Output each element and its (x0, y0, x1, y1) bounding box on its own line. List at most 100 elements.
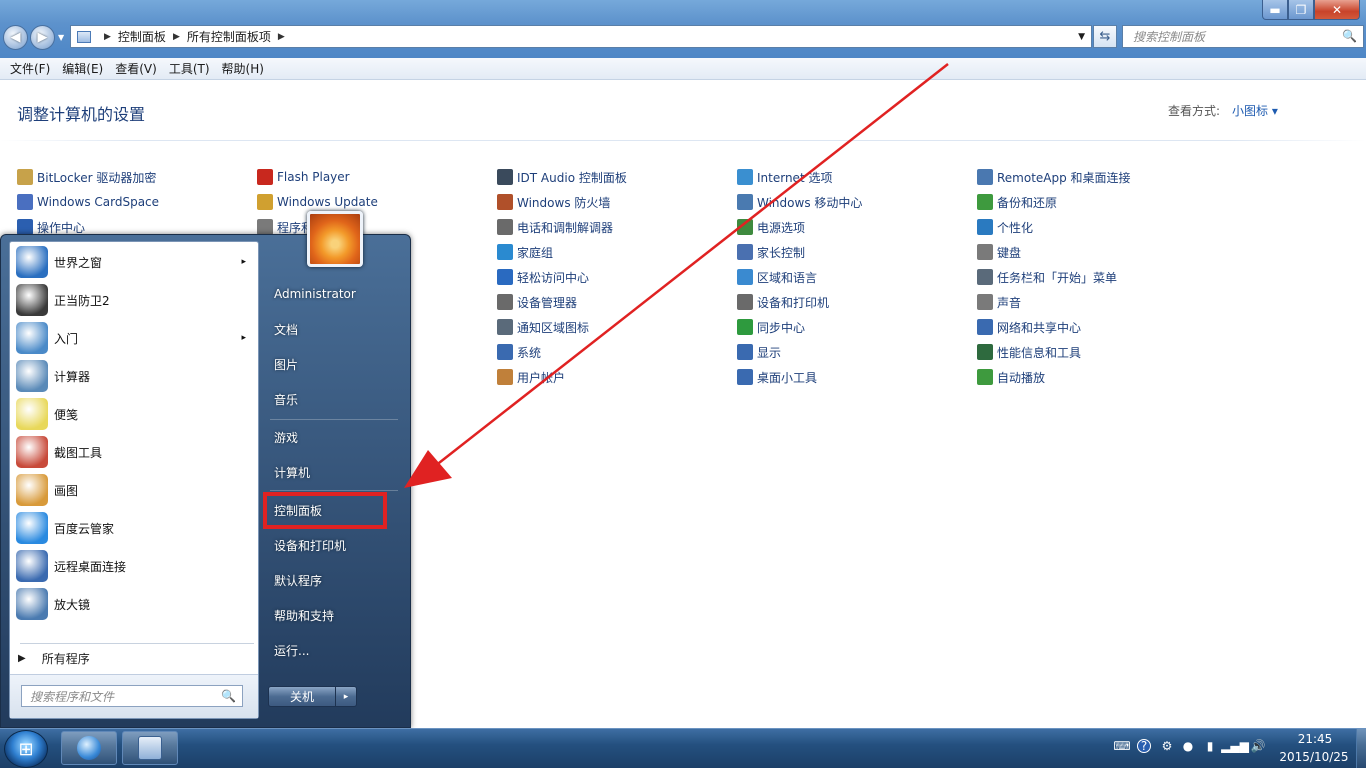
control-panel-item[interactable]: 同步中心 (737, 317, 805, 337)
control-panel-item[interactable]: 性能信息和工具 (977, 342, 1081, 362)
show-desktop-button[interactable] (1356, 729, 1366, 768)
start-menu-program[interactable]: 放大镜 (12, 586, 258, 622)
all-programs-button[interactable]: ▶ 所有程序 (18, 648, 90, 668)
start-menu-program[interactable]: 计算器 (12, 358, 258, 394)
refresh-button[interactable]: ⇆ (1093, 25, 1117, 48)
start-menu-program[interactable]: 截图工具 (12, 434, 258, 470)
view-by-dropdown[interactable]: 小图标 ▾ (1232, 102, 1278, 119)
control-panel-item[interactable]: 家长控制 (737, 242, 805, 262)
start-menu-program[interactable]: 百度云管家 (12, 510, 258, 546)
maximize-button[interactable]: ❐ (1288, 0, 1314, 20)
autoplay-icon (977, 369, 993, 385)
control-panel-item[interactable]: 自动播放 (977, 367, 1045, 387)
mobility-icon (737, 194, 753, 210)
taskbar-browser-button[interactable] (61, 731, 117, 765)
control-panel-item[interactable]: 个性化 (977, 217, 1033, 237)
control-panel-item[interactable]: 家庭组 (497, 242, 553, 262)
start-button[interactable]: ⊞ (4, 730, 48, 768)
control-panel-item[interactable]: Flash Player (257, 167, 350, 187)
control-panel-item[interactable]: Windows CardSpace (17, 192, 159, 212)
volume-icon[interactable]: 🔊 (1251, 739, 1266, 753)
start-search-input[interactable]: 搜索程序和文件 🔍 (21, 685, 243, 707)
music-link[interactable]: 音乐 (266, 385, 406, 413)
control-panel-item[interactable]: 轻松访问中心 (497, 267, 589, 287)
clock-time[interactable]: 21:45 (1290, 732, 1340, 746)
menu-help[interactable]: 帮助(H) (216, 60, 270, 77)
device-tray-icon[interactable]: ▮ (1203, 739, 1217, 753)
menu-file[interactable]: 文件(F) (4, 60, 56, 77)
breadcrumb-all-items[interactable]: 所有控制面板项 (187, 28, 271, 45)
power-icon (737, 219, 753, 235)
update-icon (257, 194, 273, 210)
user-name-link[interactable]: Administrator (266, 280, 406, 308)
breadcrumb-control-panel[interactable]: 控制面板 (118, 28, 166, 45)
control-panel-item[interactable]: 用户帐户 (497, 367, 565, 387)
control-panel-item[interactable]: 系统 (497, 342, 541, 362)
pictures-link[interactable]: 图片 (266, 350, 406, 378)
documents-link[interactable]: 文档 (266, 315, 406, 343)
tray-settings-icon[interactable]: ⚙ (1160, 739, 1174, 753)
control-panel-item[interactable]: 任务栏和「开始」菜单 (977, 267, 1117, 287)
close-button[interactable]: ✕ (1314, 0, 1360, 20)
control-panel-item[interactable]: 通知区域图标 (497, 317, 589, 337)
refresh-icon: ⇆ (1099, 29, 1111, 44)
shutdown-options-button[interactable]: ▸ (336, 686, 357, 707)
control-panel-item[interactable]: 备份和还原 (977, 192, 1057, 212)
minimize-button[interactable]: ▬ (1262, 0, 1288, 20)
start-menu-program[interactable]: 世界之窗 ▸ (12, 244, 258, 280)
chevron-right-icon[interactable]: ▶ (278, 32, 285, 42)
shutdown-button[interactable]: 关机 (268, 686, 336, 707)
forward-button[interactable]: ▶ (30, 25, 55, 50)
taskbar-control-panel-button[interactable] (122, 731, 178, 765)
magnifier-icon (16, 588, 48, 620)
devices-printers-link[interactable]: 设备和打印机 (266, 531, 406, 559)
menu-tools[interactable]: 工具(T) (163, 60, 216, 77)
control-panel-item[interactable]: Internet 选项 (737, 167, 832, 187)
recent-pages-dropdown[interactable]: ▼ (58, 33, 64, 42)
control-panel-item[interactable]: 电话和调制解调器 (497, 217, 613, 237)
games-link[interactable]: 游戏 (266, 423, 406, 451)
control-panel-item[interactable]: 电源选项 (737, 217, 805, 237)
run-link[interactable]: 运行... (266, 636, 406, 664)
menu-view[interactable]: 查看(V) (109, 60, 163, 77)
back-button[interactable]: ◀ (3, 25, 28, 50)
control-panel-item[interactable]: Windows 移动中心 (737, 192, 862, 212)
control-panel-icon (77, 30, 91, 43)
control-panel-item[interactable]: 设备和打印机 (737, 292, 829, 312)
user-avatar[interactable] (307, 211, 363, 267)
start-menu-program[interactable]: 画图 (12, 472, 258, 508)
remoteapp-icon (977, 169, 993, 185)
start-menu-program[interactable]: 便笺 (12, 396, 258, 432)
start-menu-program[interactable]: 入门 ▸ (12, 320, 258, 356)
search-icon[interactable]: 🔍 (1342, 29, 1357, 43)
search-input[interactable]: 搜索控制面板 🔍 (1122, 25, 1364, 48)
control-panel-item[interactable]: 设备管理器 (497, 292, 577, 312)
control-panel-item[interactable]: 网络和共享中心 (977, 317, 1081, 337)
help-support-link[interactable]: 帮助和支持 (266, 601, 406, 629)
qq-penguin-icon[interactable]: ● (1181, 739, 1195, 753)
game-scorpion-icon (16, 284, 48, 316)
default-programs-link[interactable]: 默认程序 (266, 566, 406, 594)
control-panel-item[interactable]: Windows 防火墙 (497, 192, 610, 212)
help-icon[interactable]: ? (1137, 739, 1151, 753)
divider (270, 419, 398, 420)
start-menu-program[interactable]: 正当防卫2 (12, 282, 258, 318)
control-panel-item[interactable]: RemoteApp 和桌面连接 (977, 167, 1131, 187)
address-bar[interactable]: ▶ 控制面板 ▶ 所有控制面板项 ▶ ▼ (70, 25, 1092, 48)
control-panel-item[interactable]: BitLocker 驱动器加密 (17, 167, 156, 187)
control-panel-item[interactable]: Windows Update (257, 192, 378, 212)
control-panel-item-label: Windows 防火墙 (517, 195, 611, 210)
menu-edit[interactable]: 编辑(E) (56, 60, 109, 77)
control-panel-item[interactable]: 显示 (737, 342, 781, 362)
control-panel-item[interactable]: 桌面小工具 (737, 367, 817, 387)
control-panel-item[interactable]: 声音 (977, 292, 1021, 312)
keyboard-tray-icon[interactable]: ⌨ (1113, 739, 1130, 753)
start-menu-program[interactable]: 远程桌面连接 (12, 548, 258, 584)
control-panel-item[interactable]: 键盘 (977, 242, 1021, 262)
clock-date[interactable]: 2015/10/25 (1276, 750, 1352, 764)
control-panel-item[interactable]: IDT Audio 控制面板 (497, 167, 627, 187)
computer-link[interactable]: 计算机 (266, 458, 406, 486)
control-panel-item[interactable]: 区域和语言 (737, 267, 817, 287)
signal-icon[interactable]: ▂▄▆ (1221, 739, 1249, 753)
address-dropdown-icon[interactable]: ▼ (1078, 32, 1085, 42)
